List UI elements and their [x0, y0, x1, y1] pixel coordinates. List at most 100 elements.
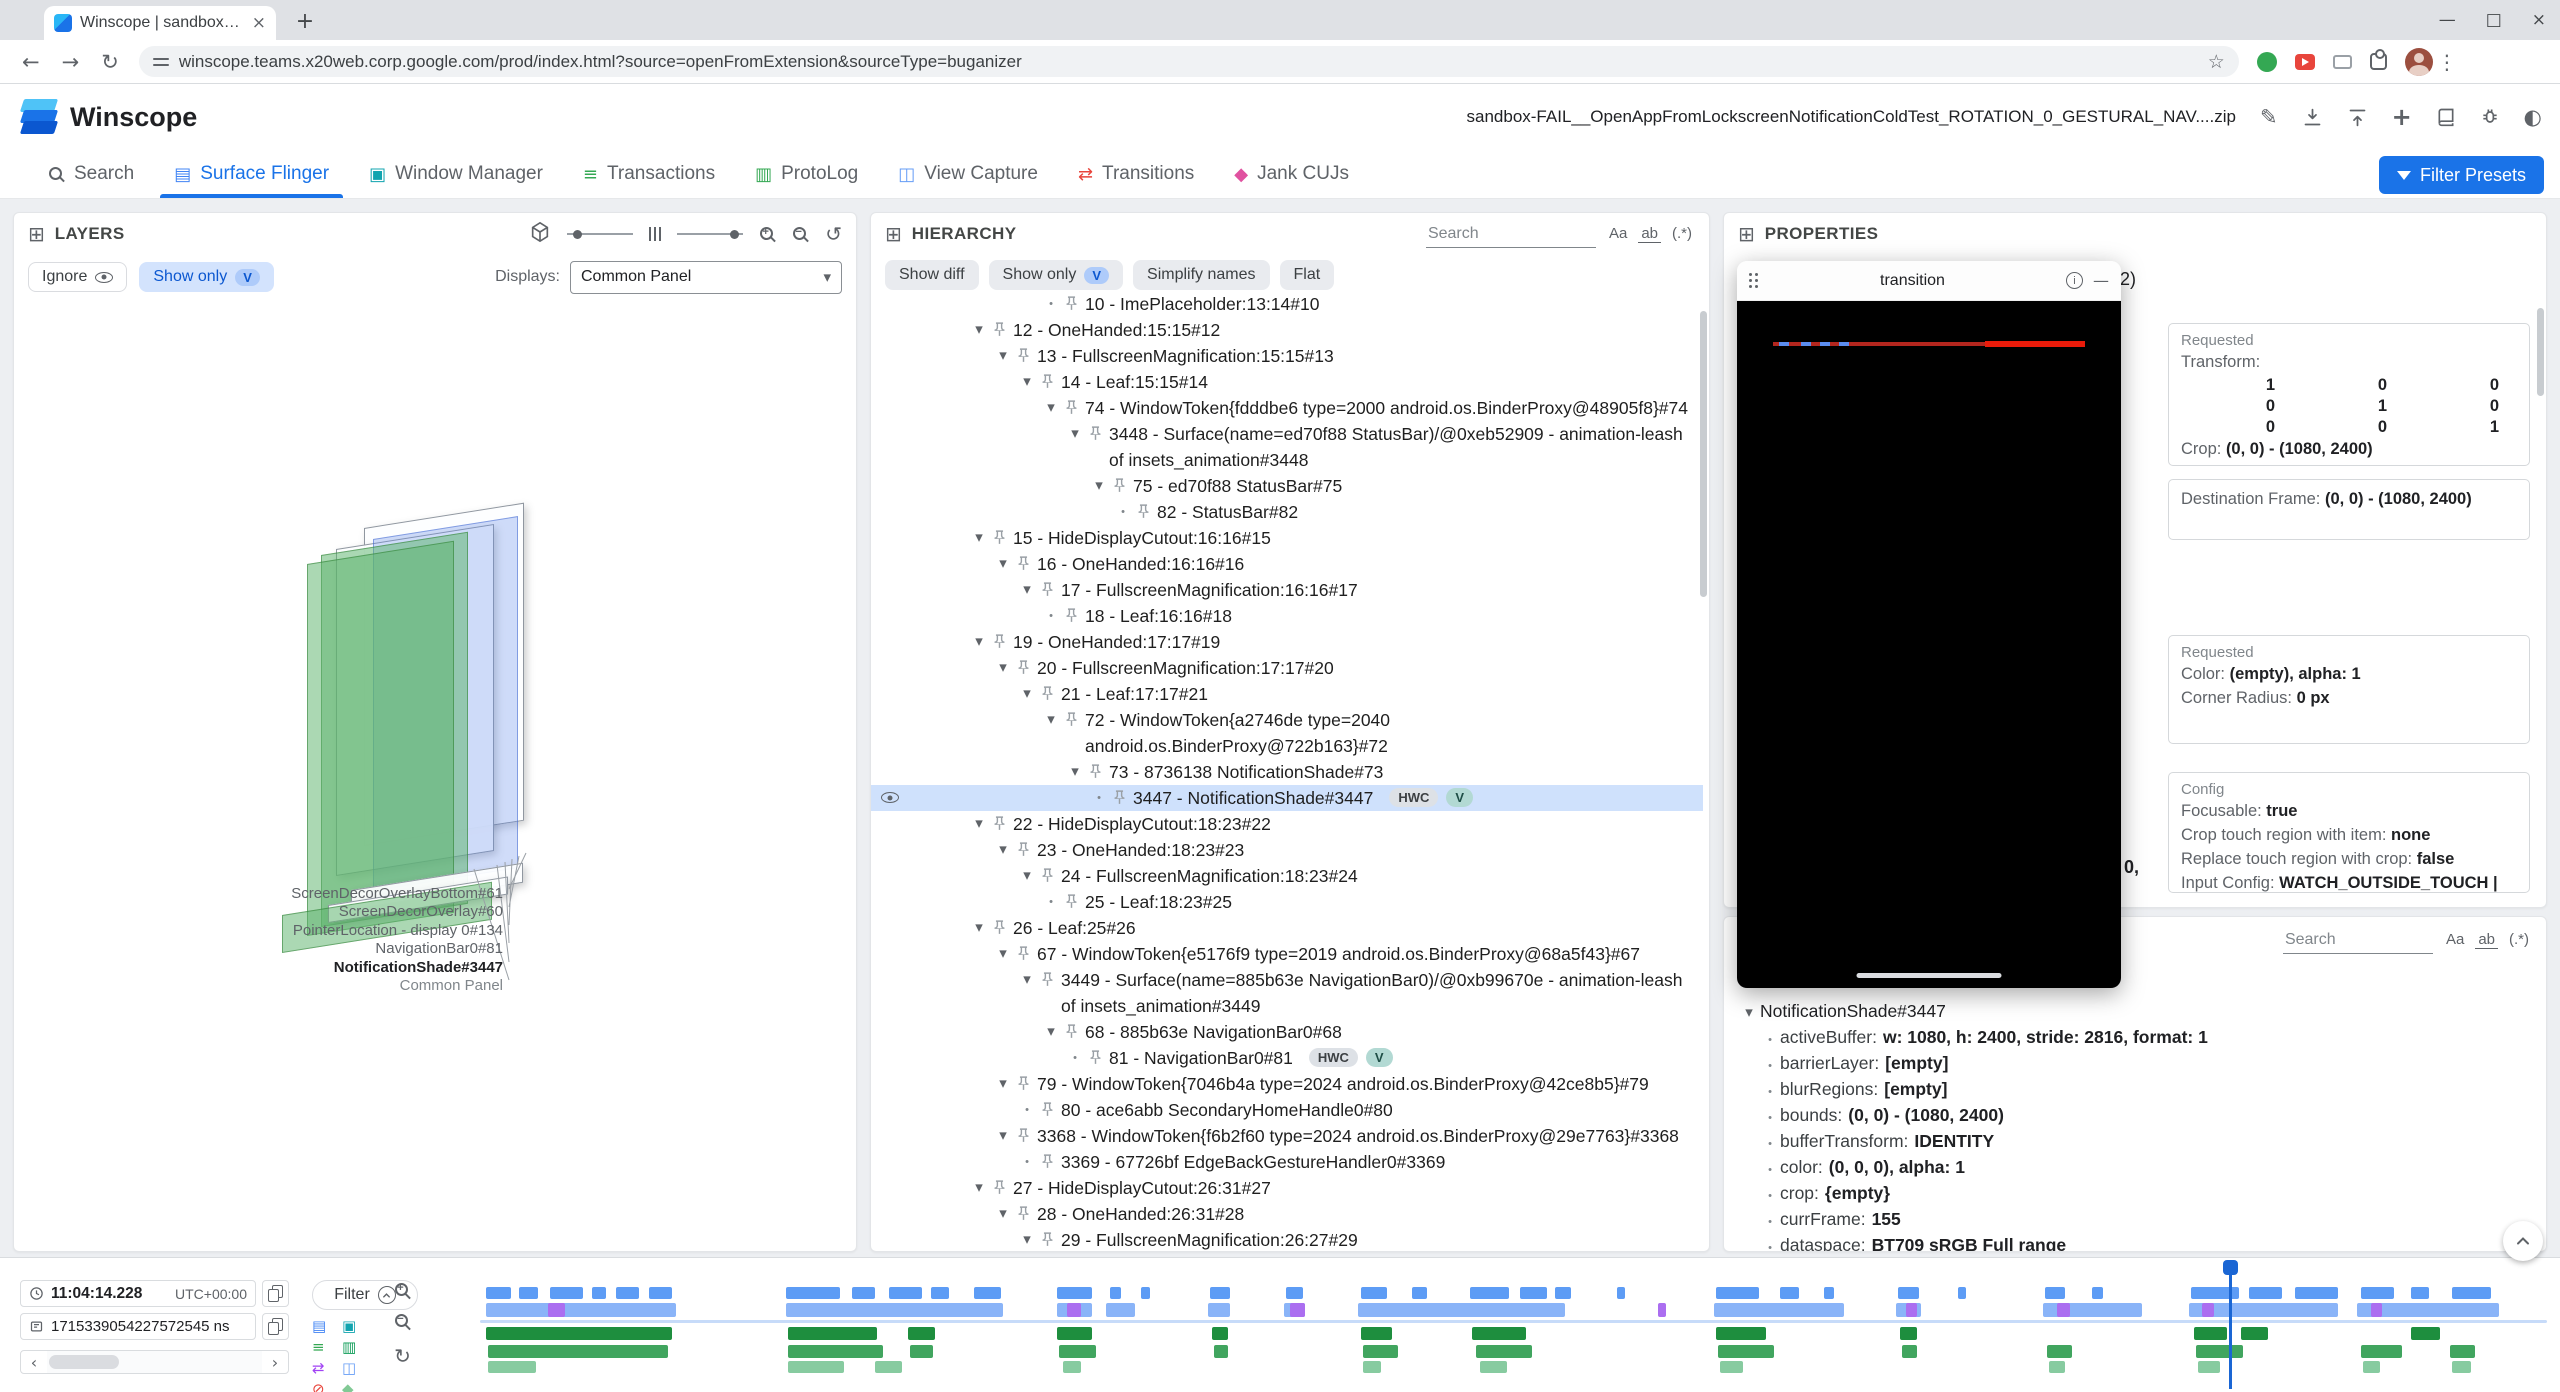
visibility-eye-icon[interactable] — [881, 792, 899, 803]
reload-icon[interactable]: ↻ — [101, 50, 119, 74]
shortcuts-cross-icon[interactable]: + — [2392, 103, 2412, 131]
pin-icon[interactable] — [1015, 837, 1037, 858]
hierarchy-node[interactable]: ▾67 - WindowToken{e5176f9 type=2019 andr… — [871, 941, 1703, 967]
expand-arrow-icon[interactable]: ▾ — [991, 551, 1015, 577]
track-row-2-alt[interactable] — [1658, 1303, 1666, 1317]
track-row-5[interactable] — [1063, 1361, 1082, 1373]
scroll-right-icon[interactable]: › — [262, 1353, 288, 1372]
track-row-1[interactable] — [1057, 1287, 1092, 1299]
track-row-1[interactable] — [1780, 1287, 1799, 1299]
hierarchy-node[interactable]: ▾23 - OneHanded:18:23#23 — [871, 837, 1703, 863]
expand-arrow-icon[interactable]: ▾ — [991, 343, 1015, 369]
minimize-overlay-icon[interactable]: — — [2093, 271, 2109, 290]
track-row-1[interactable] — [2411, 1287, 2430, 1299]
track-row-1[interactable] — [519, 1287, 538, 1299]
pin-icon[interactable] — [991, 1175, 1013, 1196]
track-row-4[interactable] — [1476, 1345, 1532, 1358]
expand-arrow-icon[interactable]: ▾ — [1063, 421, 1087, 447]
tab-view-capture[interactable]: ◫View Capture — [878, 150, 1058, 198]
track-row-3[interactable] — [1212, 1327, 1229, 1340]
hierarchy-node[interactable]: •10 - ImePlaceholder:13:14#10 — [871, 291, 1703, 317]
pin-icon[interactable] — [1063, 889, 1085, 910]
track-row-1[interactable] — [1898, 1287, 1919, 1299]
track-row-5[interactable] — [2452, 1361, 2471, 1373]
track-row-1[interactable] — [1141, 1287, 1149, 1299]
track-row-5[interactable] — [488, 1361, 536, 1373]
hierarchy-node[interactable]: ▾79 - WindowToken{7046b4a type=2024 andr… — [871, 1071, 1703, 1097]
track-row-1[interactable] — [1361, 1287, 1388, 1299]
curr-property-row[interactable]: •bufferTransform:IDENTITY — [1738, 1131, 2538, 1157]
pin-icon[interactable] — [1015, 655, 1037, 676]
pin-icon[interactable] — [1015, 941, 1037, 962]
track-row-2[interactable] — [1358, 1303, 1565, 1317]
pill-flat[interactable]: Flat — [1280, 260, 1335, 290]
track-row-1[interactable] — [592, 1287, 606, 1299]
expand-arrow-icon[interactable]: ▾ — [1015, 1227, 1039, 1251]
curr-property-row[interactable]: •dataspace:BT709 sRGB Full range — [1738, 1235, 2538, 1252]
hierarchy-node[interactable]: ▾3368 - WindowToken{f6b2f60 type=2024 an… — [871, 1123, 1703, 1149]
timeline-zoom-in-icon[interactable]: + — [394, 1282, 411, 1299]
track-row-3[interactable] — [1057, 1327, 1092, 1340]
expand-arrow-icon[interactable]: ▾ — [1039, 1019, 1063, 1045]
properties-drag-icon[interactable]: ⊞ — [1738, 222, 1755, 246]
pin-icon[interactable] — [1039, 681, 1061, 702]
track-row-5[interactable] — [875, 1361, 902, 1373]
extensions-puzzle-icon[interactable] — [2370, 53, 2387, 70]
pin-icon[interactable] — [1039, 369, 1061, 390]
window-minimize-icon[interactable]: — — [2439, 10, 2456, 30]
upload-icon[interactable] — [2347, 107, 2368, 128]
track-row-1[interactable] — [486, 1287, 511, 1299]
track-row-2-alt[interactable] — [2371, 1303, 2381, 1317]
extension-green-icon[interactable] — [2257, 52, 2277, 72]
hierarchy-node[interactable]: •81 - NavigationBar0#81HWCV — [871, 1045, 1703, 1071]
address-bar[interactable]: winscope.teams.x20web.corp.google.com/pr… — [139, 46, 2239, 77]
info-icon[interactable]: i — [2066, 272, 2083, 289]
curr-property-row[interactable]: •crop:{empty} — [1738, 1183, 2538, 1209]
track-row-1[interactable] — [1824, 1287, 1834, 1299]
pin-icon[interactable] — [1063, 291, 1085, 312]
hierarchy-node[interactable]: •3369 - 67726bf EdgeBackGestureHandler0#… — [871, 1149, 1703, 1175]
track-row-5[interactable] — [2198, 1361, 2221, 1373]
pin-icon[interactable] — [1015, 343, 1037, 364]
track-row-2[interactable] — [1106, 1303, 1135, 1317]
pin-icon[interactable] — [1087, 1045, 1109, 1066]
expand-arrow-icon[interactable]: ▾ — [991, 837, 1015, 863]
zoom-out-icon[interactable]: − — [792, 226, 809, 243]
timeline-scrollbar[interactable] — [47, 1351, 262, 1373]
track-row-1[interactable] — [1210, 1287, 1231, 1299]
hierarchy-node[interactable]: ▾3448 - Surface(name=ed70f88 StatusBar)/… — [871, 421, 1703, 473]
track-row-1[interactable] — [2361, 1287, 2394, 1299]
profile-avatar[interactable] — [2405, 48, 2433, 76]
filter-presets-button[interactable]: Filter Presets — [2379, 156, 2544, 194]
expand-arrow-icon[interactable]: ▾ — [991, 1071, 1015, 1097]
expand-arrow-icon[interactable]: ▾ — [1015, 681, 1039, 707]
track-row-4[interactable] — [2047, 1345, 2072, 1358]
hierarchy-node[interactable]: ▾14 - Leaf:15:15#14 — [871, 369, 1703, 395]
download-icon[interactable] — [2302, 107, 2323, 128]
edit-filename-icon[interactable]: ✎ — [2260, 105, 2278, 129]
show-only-visible-toggle[interactable]: Show only V — [139, 262, 274, 292]
regex-toggle[interactable]: (.*) — [2506, 931, 2532, 949]
track-row-1[interactable] — [1716, 1287, 1759, 1299]
hierarchy-node[interactable]: ▾22 - HideDisplayCutout:18:23#22 — [871, 811, 1703, 837]
tab-window-manager[interactable]: ▣Window Manager — [349, 150, 563, 198]
track-row-5[interactable] — [1480, 1361, 1507, 1373]
track-row-4[interactable] — [1059, 1345, 1096, 1358]
expand-arrow-icon[interactable]: ▾ — [1015, 577, 1039, 603]
track-row-1[interactable] — [2249, 1287, 2282, 1299]
hierarchy-node[interactable]: ▾68 - 885b63e NavigationBar0#68 — [871, 1019, 1703, 1045]
track-row-1[interactable] — [1286, 1287, 1303, 1299]
track-row-1[interactable] — [2295, 1287, 2338, 1299]
pill-simplify-names[interactable]: Simplify names — [1133, 260, 1269, 290]
copy-ns-button[interactable] — [262, 1313, 289, 1340]
track-row-1[interactable] — [1412, 1287, 1426, 1299]
extension-red-icon[interactable] — [2295, 54, 2315, 70]
track-row-3[interactable] — [2241, 1327, 2268, 1340]
window-maximize-icon[interactable]: □ — [2486, 10, 2502, 30]
expand-arrow-icon[interactable]: ▾ — [1087, 473, 1111, 499]
match-case-toggle[interactable]: Aa — [2443, 931, 2467, 949]
site-settings-icon[interactable] — [153, 56, 169, 68]
track-row-1[interactable] — [1617, 1287, 1625, 1299]
expand-arrow-icon[interactable]: ▾ — [967, 317, 991, 343]
tab-protolog[interactable]: ▥ProtoLog — [735, 150, 878, 198]
